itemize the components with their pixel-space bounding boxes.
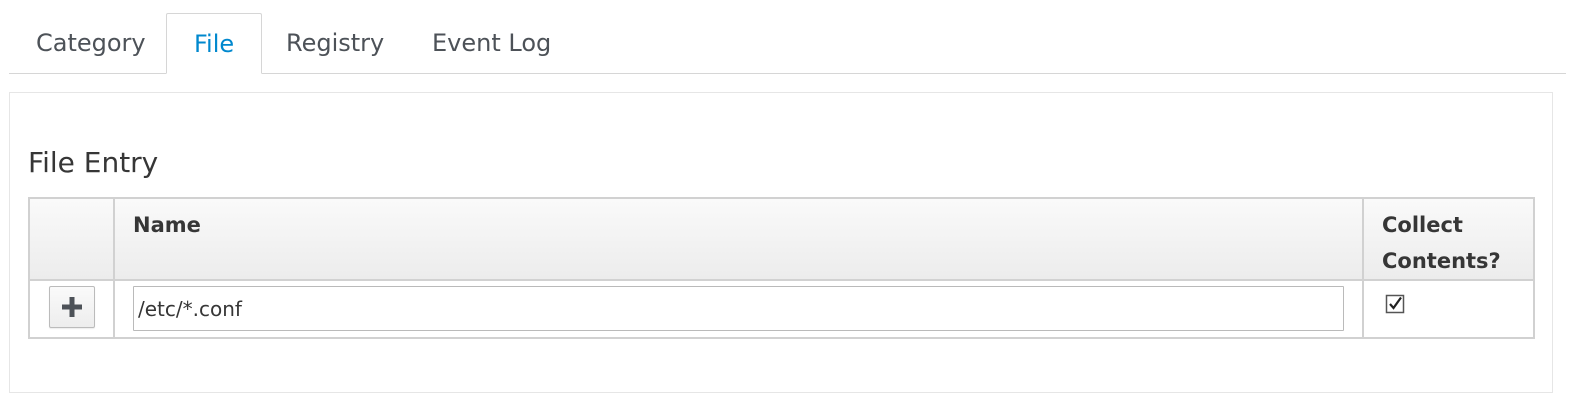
tab-file[interactable]: File	[166, 13, 263, 74]
table-header-row: Name Collect Contents?	[30, 199, 1533, 281]
column-header-actions	[30, 199, 115, 281]
column-header-collect-contents: Collect Contents?	[1363, 199, 1533, 281]
column-header-name: Name	[114, 199, 1364, 281]
file-panel: File Entry Name Collect Contents?	[9, 92, 1553, 393]
actions-cell	[30, 280, 115, 337]
page: Category File Registry Event Log File En…	[0, 0, 1591, 415]
name-cell	[114, 280, 1364, 337]
section-title: File Entry	[28, 146, 159, 179]
tab-registry[interactable]: Registry	[259, 13, 411, 74]
name-input[interactable]	[133, 286, 1344, 331]
collect-contents-checkbox[interactable]	[1385, 294, 1405, 314]
tab-bar: Category File Registry Event Log	[9, 13, 1566, 74]
collect-contents-cell	[1363, 280, 1533, 337]
tab-event-log[interactable]: Event Log	[405, 13, 578, 74]
add-entry-button[interactable]	[49, 286, 95, 328]
tab-category[interactable]: Category	[9, 13, 173, 74]
file-entry-table: Name Collect Contents?	[28, 197, 1535, 339]
plus-icon	[62, 297, 82, 317]
table-row	[30, 280, 1533, 337]
